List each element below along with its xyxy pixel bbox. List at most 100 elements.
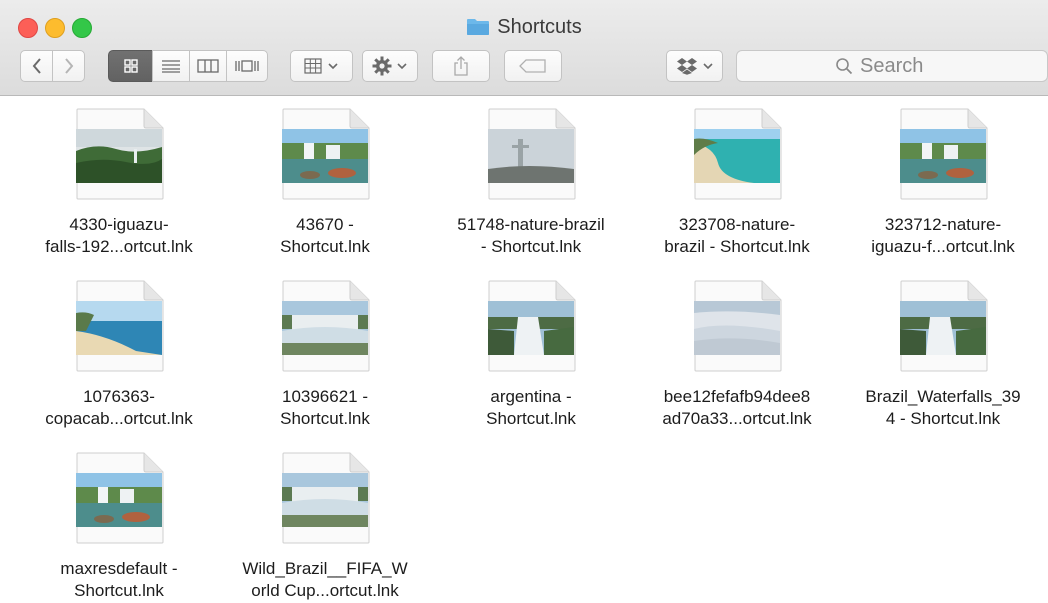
column-view-button[interactable] (189, 50, 227, 82)
chevron-right-icon (64, 58, 73, 74)
chevron-left-icon (32, 58, 41, 74)
shortcut-file-icon (898, 280, 988, 372)
file-name-label: 43670 - Shortcut.lnk (222, 214, 428, 258)
file-name-line-2: - Shortcut.lnk (480, 237, 582, 256)
file-name-line-2: 4 - Shortcut.lnk (885, 409, 1001, 428)
image-thumbnail (900, 301, 986, 355)
file-name-line-1: 10396621 - (281, 387, 369, 406)
file-name-label: Wild_Brazil__FIFA_World Cup...ortcut.lnk (222, 558, 428, 602)
column-view-icon (197, 59, 219, 73)
image-thumbnail (282, 129, 368, 183)
file-name-label: 51748-nature-brazil - Shortcut.lnk (428, 214, 634, 258)
image-thumbnail (900, 129, 986, 183)
file-name-line-1: 51748-nature-brazil (457, 215, 605, 234)
navigation-group (20, 50, 85, 82)
file-item[interactable]: bee12fefafb94dee8 ad70a33...ortcut.lnk (634, 280, 840, 430)
tag-icon (519, 59, 546, 73)
file-name-line-1: maxresdefault - (60, 559, 178, 578)
view-mode-group (108, 50, 268, 82)
image-thumbnail (76, 301, 162, 355)
back-button[interactable] (20, 50, 53, 82)
image-thumbnail (282, 301, 368, 355)
list-view-button[interactable] (152, 50, 190, 82)
share-icon (454, 56, 468, 76)
file-item[interactable]: 323712-nature-iguazu-f...ortcut.lnk (840, 108, 1046, 258)
window-title-text: Shortcuts (497, 16, 582, 38)
file-item[interactable]: argentina - Shortcut.lnk (428, 280, 634, 430)
file-name-line-2: falls-192...ortcut.lnk (45, 237, 193, 256)
shortcut-file-icon (280, 280, 370, 372)
file-name-label: Brazil_Waterfalls_39 4 - Shortcut.lnk (840, 386, 1046, 430)
file-name-line-1: 4330-iguazu- (69, 215, 169, 234)
file-item[interactable]: 10396621 - Shortcut.lnk (222, 280, 428, 430)
window-title: Shortcuts (0, 14, 1048, 40)
file-name-line-2: Shortcut.lnk (280, 409, 370, 428)
file-name-line-2: ad70a33...ortcut.lnk (662, 409, 812, 428)
file-item[interactable]: Brazil_Waterfalls_39 4 - Shortcut.lnk (840, 280, 1046, 430)
file-name-line-1: argentina - (490, 387, 572, 406)
shortcut-file-icon (74, 108, 164, 200)
chevron-down-icon (397, 63, 407, 70)
image-thumbnail (488, 301, 574, 355)
cover-flow-icon (235, 60, 259, 72)
file-name-line-2: iguazu-f...ortcut.lnk (871, 237, 1015, 256)
list-view-icon (162, 60, 180, 73)
file-item[interactable]: 43670 - Shortcut.lnk (222, 108, 428, 258)
file-name-label: 4330-iguazu-falls-192...ortcut.lnk (16, 214, 222, 258)
shortcut-file-icon (692, 280, 782, 372)
file-name-label: bee12fefafb94dee8 ad70a33...ortcut.lnk (634, 386, 840, 430)
folder-icon (466, 17, 490, 35)
finder-titlebar: Shortcuts Search (0, 0, 1048, 96)
file-name-line-1: Brazil_Waterfalls_39 (865, 387, 1021, 406)
shortcut-file-icon (74, 452, 164, 544)
chevron-down-icon (702, 63, 713, 70)
image-thumbnail (76, 473, 162, 527)
file-item[interactable]: 4330-iguazu-falls-192...ortcut.lnk (16, 108, 222, 258)
file-item[interactable]: 323708-nature-brazil - Shortcut.lnk (634, 108, 840, 258)
search-placeholder: Search (860, 54, 924, 77)
file-name-line-1: 1076363- (83, 387, 155, 406)
image-thumbnail (488, 129, 574, 183)
file-name-line-1: Wild_Brazil__FIFA_W (242, 559, 408, 578)
file-name-label: maxresdefault - Shortcut.lnk (16, 558, 222, 602)
file-item[interactable]: maxresdefault - Shortcut.lnk (16, 452, 222, 602)
toolbar: Search (0, 50, 1048, 84)
file-name-line-2: Shortcut.lnk (74, 581, 164, 600)
dropbox-icon (676, 58, 697, 75)
icon-view-button[interactable] (108, 50, 153, 82)
search-icon (836, 58, 853, 75)
file-name-line-1: bee12fefafb94dee8 (663, 387, 811, 406)
file-name-line-2: Shortcut.lnk (280, 237, 370, 256)
search-field[interactable]: Search (736, 50, 1048, 82)
image-thumbnail (694, 301, 780, 355)
file-name-label: 323708-nature-brazil - Shortcut.lnk (634, 214, 840, 258)
file-name-line-2: Shortcut.lnk (486, 409, 576, 428)
file-item[interactable]: Wild_Brazil__FIFA_World Cup...ortcut.lnk (222, 452, 428, 602)
shortcut-file-icon (692, 108, 782, 200)
image-thumbnail (694, 129, 780, 183)
shortcut-file-icon (898, 108, 988, 200)
file-name-line-2: orld Cup...ortcut.lnk (251, 581, 399, 600)
file-name-label: argentina - Shortcut.lnk (428, 386, 634, 430)
arrange-button[interactable] (290, 50, 353, 82)
shortcut-file-icon (280, 452, 370, 544)
file-name-label: 323712-nature-iguazu-f...ortcut.lnk (840, 214, 1046, 258)
shortcut-file-icon (486, 108, 576, 200)
file-name-label: 1076363- copacab...ortcut.lnk (16, 386, 222, 430)
file-name-line-2: brazil - Shortcut.lnk (664, 237, 810, 256)
gear-icon (372, 56, 392, 76)
file-name-line-1: 43670 - (296, 215, 354, 234)
cover-flow-button[interactable] (226, 50, 268, 82)
shortcut-file-icon (74, 280, 164, 372)
dropbox-button[interactable] (666, 50, 723, 82)
file-name-line-1: 323708-nature- (678, 215, 796, 234)
arrange-grid-icon (304, 58, 322, 74)
file-item[interactable]: 1076363- copacab...ortcut.lnk (16, 280, 222, 430)
forward-button[interactable] (52, 50, 85, 82)
file-name-label: 10396621 - Shortcut.lnk (222, 386, 428, 430)
shortcut-file-icon (280, 108, 370, 200)
file-item[interactable]: 51748-nature-brazil - Shortcut.lnk (428, 108, 634, 258)
share-button[interactable] (432, 50, 490, 82)
action-button[interactable] (362, 50, 418, 82)
tag-button[interactable] (504, 50, 562, 82)
